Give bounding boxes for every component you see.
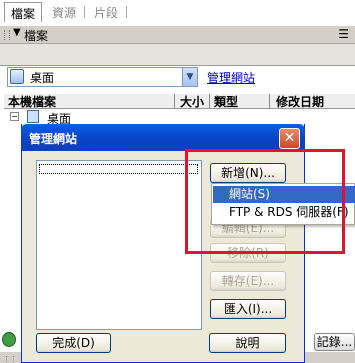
manage-sites-link[interactable]: 管理網站 [207,69,255,86]
panel-title[interactable]: 檔案 [24,27,48,44]
tab-divider [84,6,85,18]
tab-assets[interactable]: 資源 [46,2,82,22]
column-divider[interactable] [174,94,175,108]
tab-snippets[interactable]: 片段 [88,2,124,22]
export-button[interactable]: 轉存(E)... [210,271,286,291]
close-icon[interactable]: ✕ [279,128,300,149]
import-button[interactable]: 匯入(I)... [210,299,286,319]
connect-icon[interactable] [2,332,16,347]
help-button[interactable]: 說明 [209,333,286,353]
log-button[interactable]: 記錄... [314,333,355,351]
column-divider[interactable] [269,94,270,108]
tree-collapse-icon[interactable]: − [10,112,19,121]
desktop-icon [10,69,24,84]
sites-list[interactable] [36,160,202,330]
panel-options-icon[interactable]: ☰ [338,27,349,41]
collapse-arrow-icon[interactable]: ▼ [13,27,21,38]
column-local-files[interactable]: 本機檔案 [8,93,56,109]
panel-header [0,26,355,44]
highlight-annotation-box [185,149,345,254]
column-type[interactable]: 類型 [214,93,238,109]
column-divider[interactable] [209,94,210,108]
sites-list-focus-item[interactable] [39,164,198,174]
column-size[interactable]: 大小 [180,93,204,109]
tab-divider [126,6,127,18]
desktop-icon [27,110,39,123]
dialog-title: 管理網站 [29,132,78,146]
done-button[interactable]: 完成(D) [36,333,111,353]
tab-files[interactable]: 檔案 [4,2,43,22]
chevron-down-icon[interactable]: ▼ [182,68,197,86]
site-select-value: 桌面 [30,71,55,85]
resize-grip-icon[interactable]: ⋮⋮ [3,355,17,363]
panel-grip-handle[interactable] [4,30,10,40]
tab-bar [0,44,355,66]
column-modified-date[interactable]: 修改日期 [276,93,324,109]
